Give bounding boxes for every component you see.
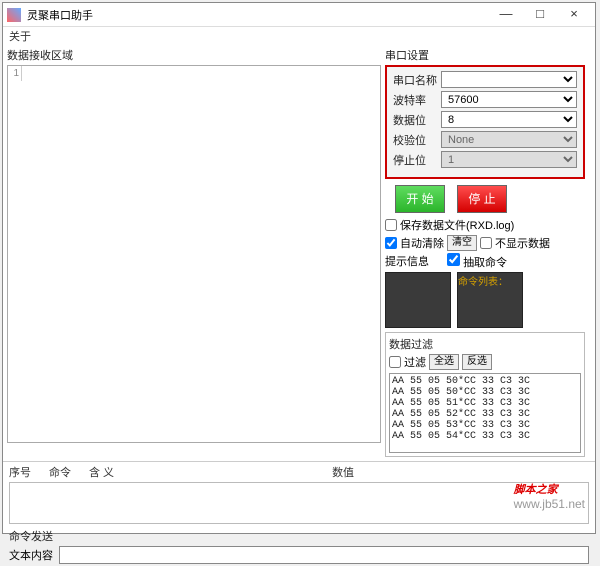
autoclear-label: 自动清除 [400, 235, 444, 251]
close-button[interactable]: × [557, 5, 591, 25]
text-content-label: 文本内容 [9, 547, 53, 563]
maximize-button[interactable]: □ [523, 5, 557, 25]
hint-box [385, 272, 451, 328]
recv-textarea[interactable]: 1 [7, 65, 381, 443]
col-seq: 序号 [9, 464, 31, 480]
app-icon [7, 8, 21, 22]
cmd-box: 命令列表： [457, 272, 523, 328]
line-gutter: 1 [8, 66, 22, 81]
noshow-label: 不显示数据 [495, 235, 550, 251]
port-group-label: 串口设置 [385, 47, 585, 63]
invert-button[interactable]: 反选 [462, 354, 492, 370]
recv-group-label: 数据接收区域 [7, 47, 381, 63]
minimize-button[interactable]: — [489, 5, 523, 25]
col-cmd: 命令 [49, 464, 71, 480]
savefile-label: 保存数据文件(RXD.log) [400, 217, 514, 233]
databits-select[interactable]: 8 [441, 111, 577, 128]
savefile-checkbox[interactable] [385, 219, 397, 231]
autoclear-checkbox[interactable] [385, 237, 397, 249]
titlebar: 灵聚串口助手 — □ × [3, 3, 595, 27]
send-group-label: 命令发送 [9, 528, 589, 544]
filter-group: 数据过滤 过滤 全选 反选 AA 55 05 50*CC 33 C3 3C AA… [385, 332, 585, 457]
filter-checkbox[interactable] [389, 356, 401, 368]
col-meaning: 含 义 [89, 464, 114, 480]
port-settings-panel: 串口名称 波特率 57600 数据位 8 校验位 None 停止位 1 [385, 65, 585, 179]
extract-checkbox[interactable] [447, 253, 460, 266]
col-value: 数值 [332, 464, 354, 480]
window-title: 灵聚串口助手 [27, 7, 489, 23]
send-group: 命令发送 文本内容 [3, 526, 595, 566]
baud-label: 波特率 [393, 92, 437, 108]
baud-select[interactable]: 57600 [441, 91, 577, 108]
stop-button[interactable]: 停 止 [457, 185, 507, 213]
stopbits-select[interactable]: 1 [441, 151, 577, 168]
parity-select[interactable]: None [441, 131, 577, 148]
filter-label: 过滤 [404, 354, 426, 370]
lower-list[interactable] [9, 482, 589, 524]
main-window: 灵聚串口助手 — □ × 关于 数据接收区域 1 串口设置 串口名称 波特率 [2, 2, 596, 534]
noshow-checkbox[interactable] [480, 237, 492, 249]
menubar: 关于 [3, 27, 595, 45]
filter-group-label: 数据过滤 [389, 336, 581, 352]
clear-button[interactable]: 清空 [447, 235, 477, 251]
stopbits-label: 停止位 [393, 152, 437, 168]
lower-panel: 序号 命令 含 义 数值 [3, 461, 595, 526]
port-name-label: 串口名称 [393, 72, 437, 88]
extract-label: 抽取命令 [463, 257, 507, 269]
parity-label: 校验位 [393, 132, 437, 148]
selectall-button[interactable]: 全选 [429, 354, 459, 370]
port-name-select[interactable] [441, 71, 577, 88]
filter-listbox[interactable]: AA 55 05 50*CC 33 C3 3C AA 55 05 50*CC 3… [389, 373, 581, 453]
start-button[interactable]: 开 始 [395, 185, 445, 213]
databits-label: 数据位 [393, 112, 437, 128]
menu-about[interactable]: 关于 [9, 28, 31, 44]
cmdlist-label: 命令列表： [458, 273, 522, 288]
hint-label: 提示信息 [385, 253, 429, 270]
send-text-input[interactable] [59, 546, 589, 564]
